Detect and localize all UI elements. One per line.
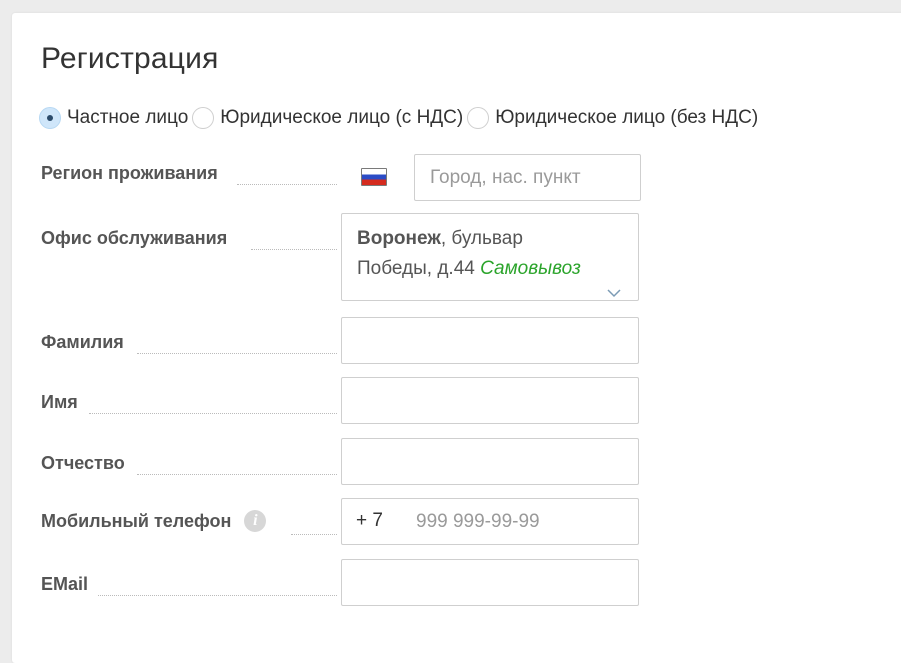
first-name-input[interactable] bbox=[342, 378, 638, 423]
delivery-type-badge: Самовывоз bbox=[480, 258, 581, 279]
region-input-box[interactable] bbox=[414, 154, 641, 201]
office-city: Воронеж bbox=[357, 228, 441, 249]
phone-label: Мобильный телефон bbox=[41, 510, 232, 531]
dotted-leader bbox=[137, 353, 337, 354]
region-row: Регион проживания bbox=[41, 154, 641, 201]
region-label: Регион проживания bbox=[41, 163, 218, 183]
office-label: Офис обслуживания bbox=[41, 228, 228, 248]
radio-label: Юридическое лицо (без НДС) bbox=[495, 107, 759, 128]
first-name-input-box[interactable] bbox=[341, 377, 639, 424]
dotted-leader bbox=[137, 474, 337, 475]
email-input-box[interactable] bbox=[341, 559, 639, 606]
patronymic-input-box[interactable] bbox=[341, 438, 639, 485]
email-input[interactable] bbox=[342, 560, 638, 605]
radio-legal-entity-vat[interactable]: Юридическое лицо (с НДС) bbox=[192, 107, 463, 129]
last-name-input[interactable] bbox=[342, 318, 638, 363]
phone-country-code: + 7 bbox=[356, 510, 383, 531]
patronymic-label: Отчество bbox=[41, 453, 125, 473]
office-address-line2: Победы, д.44 Самовывоз bbox=[357, 254, 623, 284]
region-input[interactable] bbox=[415, 155, 640, 200]
dotted-leader bbox=[237, 184, 337, 185]
last-name-label: Фамилия bbox=[41, 332, 124, 352]
office-address-part1: , бульвар bbox=[440, 228, 523, 249]
email-label: EMail bbox=[41, 574, 89, 594]
phone-input-box[interactable]: + 7 bbox=[341, 498, 639, 545]
radio-label: Частное лицо bbox=[67, 107, 189, 128]
office-address-part2: Победы, д.44 bbox=[357, 258, 475, 279]
person-type-group: Частное лицо Юридическое лицо (с НДС) Юр… bbox=[39, 105, 762, 131]
last-name-row: Фамилия bbox=[41, 317, 641, 364]
radio-unchecked-icon[interactable] bbox=[467, 107, 490, 129]
patronymic-row: Отчество bbox=[41, 438, 641, 485]
page-title: Регистрация bbox=[41, 42, 219, 75]
phone-row: Мобильный телефон i + 7 bbox=[41, 498, 641, 545]
phone-label-group: Мобильный телефон i bbox=[41, 510, 267, 532]
dotted-leader bbox=[291, 534, 337, 535]
info-icon[interactable]: i bbox=[244, 510, 267, 532]
dotted-leader bbox=[251, 249, 337, 250]
chevron-down-icon[interactable] bbox=[607, 288, 621, 298]
dotted-leader bbox=[98, 595, 337, 596]
radio-private-person[interactable]: Частное лицо bbox=[39, 107, 188, 129]
first-name-row: Имя bbox=[41, 377, 641, 424]
email-row: EMail bbox=[41, 559, 641, 606]
last-name-input-box[interactable] bbox=[341, 317, 639, 364]
office-address-line1: Воронеж, бульвар bbox=[357, 224, 623, 254]
phone-input[interactable] bbox=[342, 499, 638, 544]
russia-flag-icon bbox=[361, 168, 387, 186]
dotted-leader bbox=[89, 413, 337, 414]
radio-unchecked-icon[interactable] bbox=[192, 107, 215, 129]
patronymic-input[interactable] bbox=[342, 439, 638, 484]
office-select[interactable]: Воронеж, бульвар Победы, д.44 Самовывоз bbox=[341, 213, 639, 301]
radio-label: Юридическое лицо (с НДС) bbox=[220, 107, 464, 128]
registration-card: Регистрация Частное лицо Юридическое лиц… bbox=[12, 13, 901, 663]
first-name-label: Имя bbox=[41, 392, 78, 412]
radio-checked-icon[interactable] bbox=[39, 107, 61, 129]
radio-legal-entity-no-vat[interactable]: Юридическое лицо (без НДС) bbox=[467, 107, 758, 129]
office-row: Офис обслуживания Воронеж, бульвар Побед… bbox=[41, 213, 641, 302]
